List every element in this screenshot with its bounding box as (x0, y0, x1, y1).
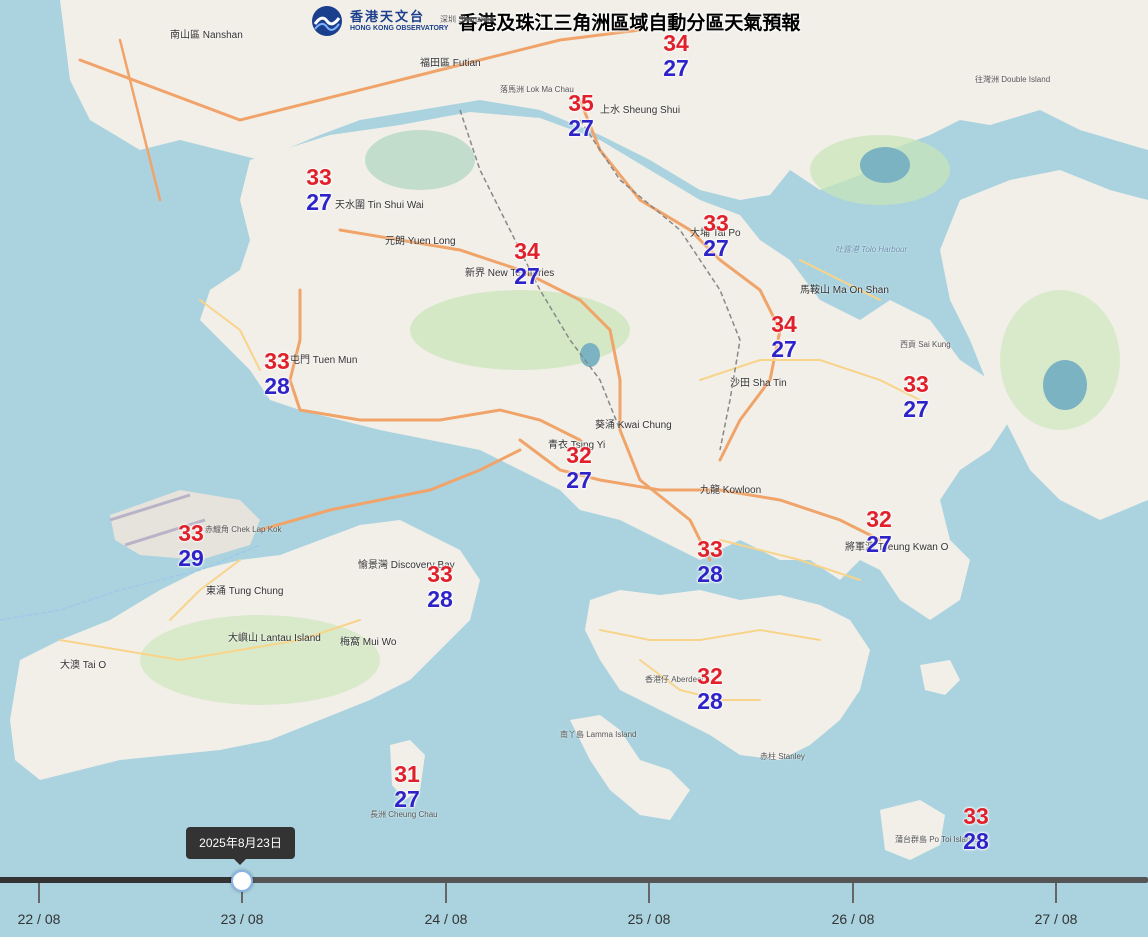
place-sai-kung: 西貢 Sai Kung (900, 340, 951, 349)
temp-max: 33 (264, 348, 290, 374)
logo-english-text: HONG KONG OBSERVATORY (350, 25, 449, 32)
temp-max: 33 (903, 371, 929, 397)
place-kwai-chung: 葵涌 Kwai Chung (595, 420, 672, 431)
temp-max: 35 (568, 90, 594, 116)
temp-min: 27 (568, 115, 594, 141)
temp-marker[interactable]: 34 27 (754, 312, 814, 362)
place-tung-chung: 東涌 Tung Chung (206, 586, 284, 597)
temp-min: 27 (394, 786, 420, 812)
temp-min: 28 (697, 688, 723, 714)
date-timeline[interactable]: 22 / 08 23 / 08 24 / 08 25 / 08 26 / 08 … (0, 870, 1148, 937)
timeline-tick (1055, 883, 1057, 903)
timeline-date-label[interactable]: 24 / 08 (411, 911, 481, 927)
place-double-island: 往灣洲 Double Island (975, 75, 1051, 84)
temp-marker[interactable]: 33 28 (680, 537, 740, 587)
temp-marker[interactable]: 33 27 (289, 165, 349, 215)
place-futian: 福田區 Futian (420, 58, 481, 69)
temp-max: 33 (703, 210, 729, 236)
place-nanshan: 南山區 Nanshan (170, 30, 243, 41)
timeline-tick (38, 883, 40, 903)
place-ma-on-shan: 馬鞍山 Ma On Shan (800, 285, 889, 296)
hko-logo: 香港天文台 HONG KONG OBSERVATORY (310, 4, 448, 38)
temp-min: 27 (663, 55, 689, 81)
timeline-tick (852, 883, 854, 903)
temp-marker[interactable]: 33 28 (247, 349, 307, 399)
place-sha-tin: 沙田 Sha Tin (730, 378, 787, 389)
place-tai-o: 大澳 Tai O (60, 660, 107, 671)
temp-max: 34 (771, 311, 797, 337)
temp-min: 27 (566, 467, 592, 493)
logo-chinese-text: 香港天文台 (350, 9, 426, 24)
temp-marker[interactable]: 35 27 (551, 91, 611, 141)
temp-max: 32 (866, 506, 892, 532)
temp-min: 27 (866, 531, 892, 557)
timeline-handle[interactable] (231, 870, 253, 892)
timeline-tick (648, 883, 650, 903)
temp-min: 27 (903, 396, 929, 422)
map-header: 香港天文台 HONG KONG OBSERVATORY 香港及珠江三角洲區域自動… (310, 4, 800, 38)
temp-max: 34 (663, 30, 689, 56)
temp-min: 27 (703, 235, 729, 261)
timeline-date-label[interactable]: 23 / 08 (207, 911, 277, 927)
temp-max: 33 (697, 536, 723, 562)
temp-marker[interactable]: 33 27 (886, 372, 946, 422)
hko-logo-icon (312, 6, 342, 36)
temp-marker[interactable]: 31 27 (377, 762, 437, 812)
temp-max: 34 (514, 238, 540, 264)
temp-max: 33 (963, 803, 989, 829)
temp-min: 29 (178, 545, 204, 571)
timeline-progress (0, 877, 241, 883)
temp-max: 33 (427, 561, 453, 587)
timeline-date-label[interactable]: 22 / 08 (4, 911, 74, 927)
temp-max: 32 (566, 442, 592, 468)
place-mui-wo: 梅窩 Mui Wo (340, 637, 397, 648)
place-tolo-harbour: 吐露港 Tolo Harbour (835, 245, 908, 254)
temp-marker[interactable]: 32 27 (549, 443, 609, 493)
reservoir-shing-mun (580, 343, 600, 367)
temp-max: 33 (178, 520, 204, 546)
place-lamma: 南丫島 Lamma Island (560, 730, 637, 739)
park-mai-po (365, 130, 475, 190)
temp-marker[interactable]: 34 27 (646, 31, 706, 81)
temp-max: 31 (394, 761, 420, 787)
temp-marker[interactable]: 33 28 (946, 804, 1006, 854)
temp-min: 27 (771, 336, 797, 362)
temp-min: 28 (427, 586, 453, 612)
temp-max: 32 (697, 663, 723, 689)
timeline-date-label[interactable]: 27 / 08 (1021, 911, 1091, 927)
temp-max: 33 (306, 164, 332, 190)
place-sheung-shui: 上水 Sheung Shui (600, 105, 681, 116)
date-tooltip: 2025年8月23日 (186, 827, 295, 865)
temp-min: 28 (264, 373, 290, 399)
place-kowloon: 九龍 Kowloon (700, 485, 762, 496)
timeline-tick (445, 883, 447, 903)
reservoir-plover-cove (860, 147, 910, 183)
place-yuen-long: 元朗 Yuen Long (385, 236, 456, 247)
timeline-date-label[interactable]: 26 / 08 (818, 911, 888, 927)
place-shenzhen: 深圳 Shenzhen (440, 15, 495, 24)
temp-min: 28 (697, 561, 723, 587)
temp-marker[interactable]: 32 28 (680, 664, 740, 714)
temp-min: 27 (514, 263, 540, 289)
place-lantau: 大嶼山 Lantau Island (228, 633, 321, 644)
temp-marker[interactable]: 33 28 (410, 562, 470, 612)
temp-marker[interactable]: 33 27 (686, 211, 746, 261)
reservoir-high-island (1043, 360, 1087, 410)
temp-marker[interactable]: 34 27 (497, 239, 557, 289)
page-title: 香港及珠江三角洲區域自動分區天氣預報 (458, 12, 801, 34)
temp-marker[interactable]: 32 27 (849, 507, 909, 557)
temp-min: 28 (963, 828, 989, 854)
temp-marker[interactable]: 33 29 (161, 521, 221, 571)
temp-min: 27 (306, 189, 332, 215)
place-stanley: 赤柱 Stanley (760, 752, 805, 761)
timeline-date-label[interactable]: 25 / 08 (614, 911, 684, 927)
